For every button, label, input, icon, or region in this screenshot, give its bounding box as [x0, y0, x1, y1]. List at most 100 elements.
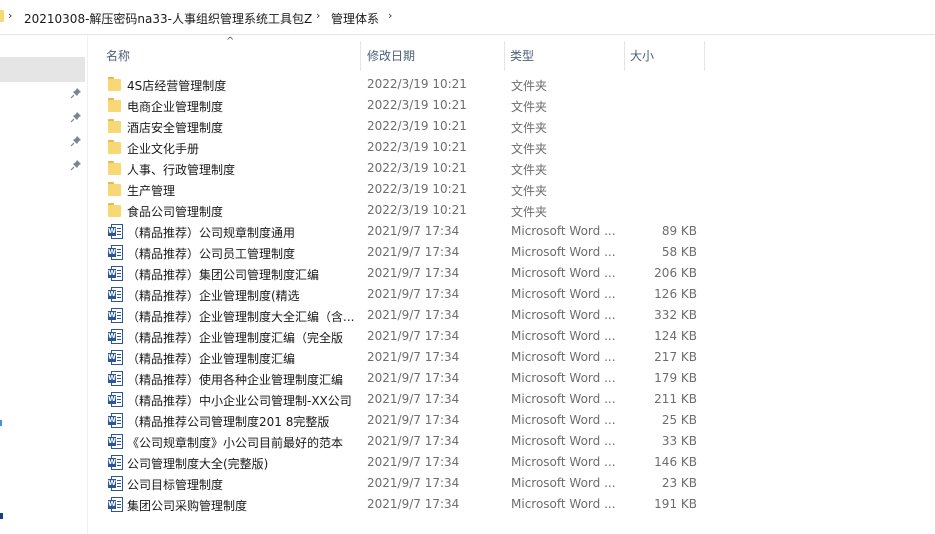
file-row[interactable]: W （精品推荐公司管理制度201 8完整版 2021/9/7 17:34 Micros… [100, 410, 710, 431]
file-modified-date: 2021/9/7 17:34 [367, 308, 460, 322]
pin-icon[interactable] [70, 159, 82, 171]
file-row[interactable]: 食品公司管理制度 2022/3/19 10:21 文件夹 [100, 200, 710, 221]
word-doc-icon: W [108, 434, 123, 449]
file-modified-date: 2021/9/7 17:34 [367, 434, 460, 448]
file-row[interactable]: W （精品推荐）公司规章制度通用 2021/9/7 17:34 Microsoft W… [100, 221, 710, 242]
file-modified-date: 2022/3/19 10:21 [367, 77, 467, 91]
file-row[interactable]: W （精品推荐）公司员工管理制度 2021/9/7 17:34 Microsoft W… [100, 242, 710, 263]
file-row[interactable]: W （精品推荐）企业管理制度汇编 2021/9/7 17:34 Microsoft W… [100, 347, 710, 368]
file-modified-date: 2022/3/19 10:21 [367, 98, 467, 112]
file-modified-date: 2021/9/7 17:34 [367, 392, 460, 406]
file-name: （精品推荐）公司员工管理制度 [127, 247, 296, 261]
file-size: 146 KB [654, 455, 697, 469]
pin-icon[interactable] [70, 111, 82, 123]
file-row[interactable]: W 公司管理制度大全(完整版) 2021/9/7 17:34 Microsoft Wo… [100, 452, 710, 473]
file-row[interactable]: W 《公司规章制度》小公司目前最好的范本 2021/9/7 17:34 Microso… [100, 431, 710, 452]
file-size: 211 KB [654, 392, 697, 406]
file-size: 124 KB [654, 329, 697, 343]
column-divider[interactable] [624, 41, 625, 71]
file-type: Microsoft Word ... [511, 329, 616, 343]
file-modified-date: 2021/9/7 17:34 [367, 350, 460, 364]
file-row[interactable]: 电商企业管理制度 2022/3/19 10:21 文件夹 [100, 95, 710, 116]
file-row[interactable]: W 集团公司采购管理制度 2021/9/7 17:34 Microsoft Word … [100, 494, 710, 515]
file-size: 217 KB [654, 350, 697, 364]
nav-selected-item[interactable] [0, 57, 85, 82]
file-type: 文件夹 [511, 79, 548, 93]
word-doc-icon: W [108, 392, 123, 407]
folder-icon [108, 182, 123, 196]
file-modified-date: 2022/3/19 10:21 [367, 203, 467, 217]
file-modified-date: 2022/3/19 10:21 [367, 161, 467, 175]
column-header-modified[interactable]: 修改日期 [367, 47, 415, 64]
file-row[interactable]: W （精品推荐）企业管理制度(精选 2021/9/7 17:34 Microsoft … [100, 284, 710, 305]
file-name: 公司管理制度大全(完整版) [127, 457, 269, 471]
file-modified-date: 2021/9/7 17:34 [367, 245, 460, 259]
file-row[interactable]: 企业文化手册 2022/3/19 10:21 文件夹 [100, 137, 710, 158]
file-modified-date: 2022/3/19 10:21 [367, 140, 467, 154]
breadcrumb-item-toolkit[interactable]: 20210308-解压密码na33-人事组织管理系统工具包Z [24, 10, 312, 27]
nav-item-edge [0, 420, 2, 426]
file-name: （精品推荐）使用各种企业管理制度汇编 [127, 373, 344, 387]
file-type: Microsoft Word ... [511, 455, 616, 469]
file-type: Microsoft Word ... [511, 350, 616, 364]
file-size: 206 KB [654, 266, 697, 280]
column-divider[interactable] [504, 41, 505, 71]
file-modified-date: 2021/9/7 17:34 [367, 413, 460, 427]
column-header-size[interactable]: 大小 [630, 47, 654, 64]
file-name: （精品推荐公司管理制度201 8完整版 [127, 415, 330, 429]
pin-icon[interactable] [70, 135, 82, 147]
file-name: 4S店经营管理制度 [127, 79, 227, 93]
file-row[interactable]: 4S店经营管理制度 2022/3/19 10:21 文件夹 [100, 74, 710, 95]
file-row[interactable]: W （精品推荐）中小企业公司管理制-XX公司 2021/9/7 17:34 Micro… [100, 389, 710, 410]
folder-icon [108, 77, 123, 91]
file-size: 179 KB [654, 371, 697, 385]
chevron-right-icon[interactable]: › [8, 9, 12, 22]
word-doc-icon: W [108, 245, 123, 260]
file-row[interactable]: W 公司目标管理制度 2021/9/7 17:34 Microsoft Word ..… [100, 473, 710, 494]
file-modified-date: 2021/9/7 17:34 [367, 455, 460, 469]
file-name: （精品推荐）企业管理制度汇编（完全版 [127, 331, 344, 345]
pin-icon[interactable] [70, 87, 82, 99]
file-type: 文件夹 [511, 205, 548, 219]
folder-icon [108, 98, 123, 112]
file-name: 《公司规章制度》小公司目前最好的范本 [127, 436, 344, 450]
sort-ascending-icon: ^ [226, 36, 235, 47]
word-doc-icon: W [108, 350, 123, 365]
column-divider[interactable] [704, 41, 705, 71]
file-modified-date: 2021/9/7 17:34 [367, 476, 460, 490]
address-bar[interactable]: › 20210308-解压密码na33-人事组织管理系统工具包Z › 管理体系 … [0, 0, 935, 35]
file-type: Microsoft Word ... [511, 413, 616, 427]
word-doc-icon: W [108, 476, 123, 491]
file-size: 23 KB [661, 476, 697, 490]
folder-icon [0, 10, 4, 22]
file-row[interactable]: 生产管理 2022/3/19 10:21 文件夹 [100, 179, 710, 200]
file-modified-date: 2021/9/7 17:34 [367, 287, 460, 301]
file-name: 集团公司采购管理制度 [127, 499, 248, 513]
column-header-name[interactable]: 名称 [106, 47, 130, 64]
folder-icon [108, 203, 123, 217]
column-header-type[interactable]: 类型 [510, 47, 534, 64]
file-row[interactable]: W （精品推荐）企业管理制度汇编（完全版 2021/9/7 17:34 Microso… [100, 326, 710, 347]
file-type: Microsoft Word ... [511, 497, 616, 511]
file-type: Microsoft Word ... [511, 392, 616, 406]
file-name: 酒店安全管理制度 [127, 121, 224, 135]
breadcrumb-item-management-system[interactable]: 管理体系 [331, 10, 379, 27]
file-size: 332 KB [654, 308, 697, 322]
file-type: Microsoft Word ... [511, 476, 616, 490]
file-type: 文件夹 [511, 163, 548, 177]
file-row[interactable]: 人事、行政管理制度 2022/3/19 10:21 文件夹 [100, 158, 710, 179]
chevron-right-icon[interactable]: › [316, 9, 320, 22]
file-size: 25 KB [661, 413, 697, 427]
file-row[interactable]: W （精品推荐）企业管理制度大全汇编（含... 2021/9/7 17:34 Micr… [100, 305, 710, 326]
file-name: 人事、行政管理制度 [127, 163, 236, 177]
file-name: 公司目标管理制度 [127, 478, 224, 492]
column-divider[interactable] [360, 41, 361, 71]
file-row[interactable]: W （精品推荐）使用各种企业管理制度汇编 2021/9/7 17:34 Microso… [100, 368, 710, 389]
chevron-right-icon[interactable]: › [388, 9, 392, 22]
file-size: 58 KB [661, 245, 697, 259]
file-row[interactable]: W （精品推荐）集团公司管理制度汇编 2021/9/7 17:34 Microsoft… [100, 263, 710, 284]
file-row[interactable]: 酒店安全管理制度 2022/3/19 10:21 文件夹 [100, 116, 710, 137]
file-type: Microsoft Word ... [511, 308, 616, 322]
file-type: 文件夹 [511, 121, 548, 135]
file-modified-date: 2022/3/19 10:21 [367, 119, 467, 133]
